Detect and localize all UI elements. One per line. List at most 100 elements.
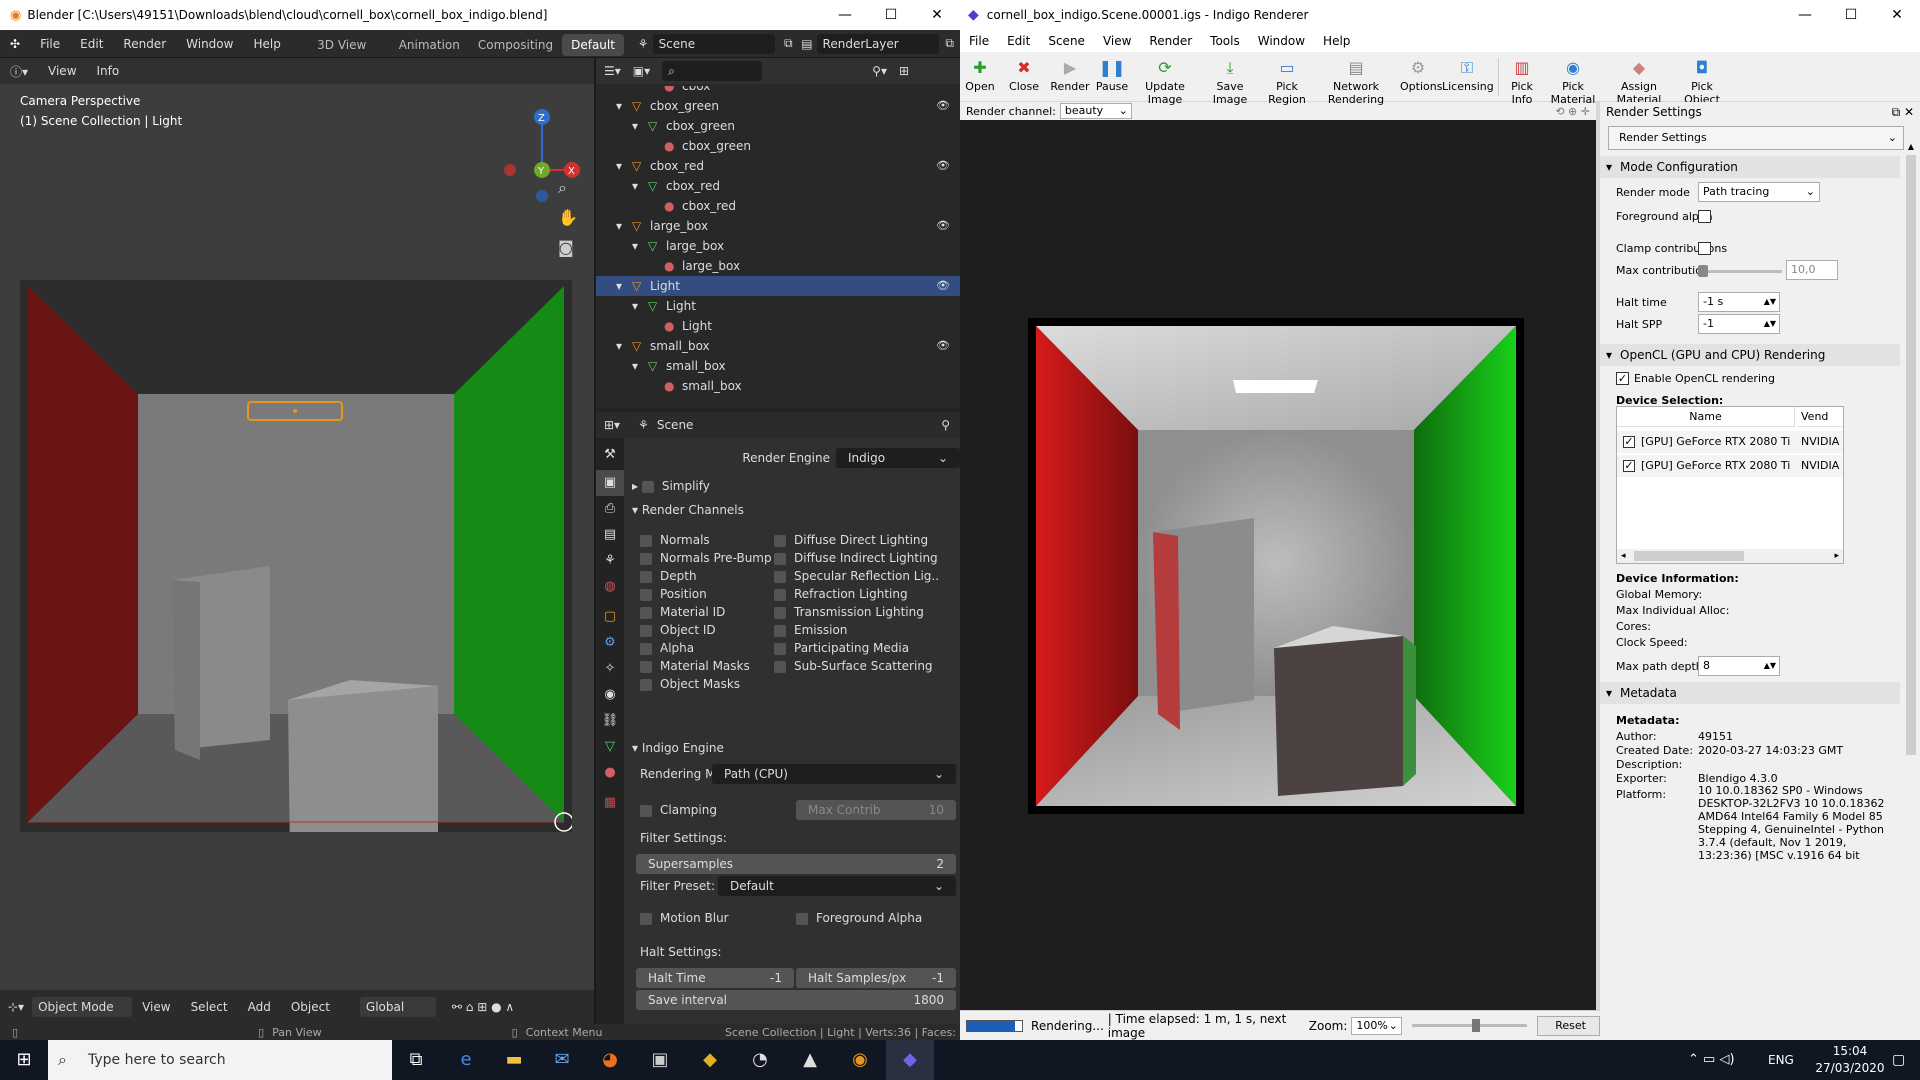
- menu-window[interactable]: Window: [176, 30, 243, 58]
- expand-arrow-icon[interactable]: ▾: [616, 276, 622, 296]
- render-channel-checkbox[interactable]: Alpha: [640, 638, 694, 658]
- toolbar-close-button[interactable]: ✖ Close: [1002, 56, 1046, 100]
- render-mode-dropdown[interactable]: Path tracing ⌄: [1698, 182, 1820, 202]
- menu-tools[interactable]: Tools: [1201, 30, 1249, 52]
- toolbar-pick-object-button[interactable]: ◘ Pick Object: [1674, 56, 1730, 106]
- editor-type-icon[interactable]: ⊞▾: [596, 418, 628, 432]
- menu-render[interactable]: Render: [113, 30, 176, 58]
- simplify-panel[interactable]: ▸ Simplify: [632, 476, 710, 496]
- render-settings-dropdown[interactable]: Render Settings ⌄: [1608, 126, 1904, 150]
- halt-time-spinbox[interactable]: -1 s ▲▼: [1698, 292, 1780, 312]
- pin-icon[interactable]: ⚲: [941, 418, 950, 432]
- device-table-scrollbar[interactable]: ◂ ▸: [1617, 549, 1843, 563]
- max-contribution-slider[interactable]: [1698, 270, 1782, 273]
- view-layer-icon[interactable]: ▤: [801, 37, 812, 51]
- new-collection-icon[interactable]: ⊞: [899, 64, 909, 78]
- filter-icon[interactable]: ⚲▾: [872, 64, 887, 78]
- save-interval-field[interactable]: Save interval 1800: [636, 990, 956, 1010]
- edge-icon[interactable]: e: [442, 1040, 490, 1080]
- outliner-search-input[interactable]: ⌕: [662, 61, 763, 81]
- toolbar-licensing-button[interactable]: ⚿ Licensing: [1442, 56, 1494, 100]
- visibility-eye-icon[interactable]: 👁: [936, 96, 950, 116]
- viewport-menu-view[interactable]: View: [38, 58, 86, 84]
- footer-menu-object[interactable]: Object: [281, 993, 340, 1021]
- tray-icons[interactable]: ⌃ ▭ ◁): [1688, 1040, 1735, 1080]
- render-channel-checkbox[interactable]: Transmission Lighting: [774, 602, 924, 622]
- col-name[interactable]: Name: [1617, 407, 1795, 427]
- visibility-eye-icon[interactable]: 👁: [936, 276, 950, 296]
- outliner-row[interactable]: ● cbox: [596, 86, 960, 96]
- expand-arrow-icon[interactable]: ▾: [616, 336, 622, 356]
- render-channel-checkbox[interactable]: Specular Reflection Lig..: [774, 566, 939, 586]
- menu-window[interactable]: Window: [1249, 30, 1314, 52]
- visibility-eye-icon[interactable]: 👁: [936, 156, 950, 176]
- render-channel-checkbox[interactable]: Refraction Lighting: [774, 584, 908, 604]
- minimize-icon[interactable]: —: [822, 0, 868, 30]
- clamp-contributions-checkbox[interactable]: [1698, 242, 1711, 255]
- device-row[interactable]: ✓ [GPU] GeForce RTX 2080 Ti NVIDIA: [1617, 455, 1843, 477]
- halt-spp-field[interactable]: Halt Samples/px -1: [796, 968, 956, 988]
- expand-arrow-icon[interactable]: ▾: [632, 116, 638, 136]
- toolbar-pick-info-button[interactable]: ▥ Pick Info: [1504, 56, 1540, 106]
- file-explorer-icon[interactable]: ▬: [490, 1040, 538, 1080]
- close-icon[interactable]: ✕: [1874, 0, 1920, 30]
- clamping-checkbox[interactable]: Clamping: [640, 800, 717, 820]
- taskbar-search-input[interactable]: Type here to search: [48, 1040, 392, 1080]
- gizmo-neg-z[interactable]: [536, 190, 548, 202]
- halt-spp-spinbox[interactable]: -1 ▲▼: [1698, 314, 1780, 334]
- object-mode-dropdown[interactable]: Object Mode: [32, 997, 133, 1017]
- new-view-layer-icon[interactable]: ⧉: [939, 36, 960, 51]
- indigo-taskbar-icon[interactable]: ◆: [886, 1040, 934, 1080]
- render-tab-icon[interactable]: ▣: [596, 470, 624, 496]
- workspace-tab-compositing[interactable]: Compositing: [469, 34, 562, 56]
- toolbar-pause-button[interactable]: ❚❚ Pause: [1094, 56, 1130, 100]
- mode-configuration-section[interactable]: ▾ Mode Configuration: [1600, 156, 1900, 178]
- render-engine-dropdown[interactable]: Indigo ⌄: [836, 448, 960, 468]
- outliner-row[interactable]: ▾ ▽ cbox_red: [596, 176, 960, 196]
- workspace-tab-3d-view-full[interactable]: 3D View Full: [308, 34, 390, 74]
- rendered-image[interactable]: [1028, 318, 1524, 814]
- expand-arrow-icon[interactable]: ▾: [616, 96, 622, 116]
- editor-type-icon[interactable]: ⓘ▾: [0, 63, 38, 80]
- output-tab-icon[interactable]: ⎙: [596, 496, 624, 522]
- menu-help[interactable]: Help: [1314, 30, 1359, 52]
- foreground-alpha-checkbox[interactable]: [1698, 210, 1711, 223]
- halt-time-field[interactable]: Halt Time -1: [636, 968, 794, 988]
- render-channel-checkbox[interactable]: Diffuse Indirect Lighting: [774, 548, 938, 568]
- constraints-tab-icon[interactable]: ⛓: [596, 708, 624, 734]
- filter-preset-dropdown[interactable]: Default ⌄: [718, 876, 956, 896]
- outliner-row[interactable]: ▾ ▽ Light 👁: [596, 276, 960, 296]
- task-view-icon[interactable]: ⧉: [392, 1040, 440, 1080]
- render-view[interactable]: [960, 120, 1596, 1010]
- snap-icon[interactable]: ⚯ ⌂ ⊞ ● ∧: [452, 1000, 514, 1014]
- expand-arrow-icon[interactable]: ▾: [632, 356, 638, 376]
- outliner-row[interactable]: ● cbox_red: [596, 196, 960, 216]
- zoom-slider[interactable]: [1411, 1019, 1528, 1032]
- settings-scrollbar[interactable]: ▲: [1904, 142, 1918, 1037]
- render-channel-checkbox[interactable]: Object ID: [640, 620, 716, 640]
- render-channel-checkbox[interactable]: Normals: [640, 530, 710, 550]
- render-channels-panel[interactable]: ▾ Render Channels: [632, 500, 744, 520]
- col-vendor[interactable]: Vend: [1797, 407, 1843, 427]
- scene-tab-icon[interactable]: ⚘: [596, 548, 624, 574]
- outliner-row[interactable]: ▾ ▽ Light: [596, 296, 960, 316]
- render-channel-dropdown[interactable]: beauty ⌄: [1059, 103, 1132, 119]
- material-tab-icon[interactable]: ●: [596, 760, 624, 786]
- max-contrib-field[interactable]: Max Contrib 10: [796, 800, 956, 820]
- toolbar-options-button[interactable]: ⚙ Options: [1400, 56, 1442, 100]
- reset-button[interactable]: Reset: [1537, 1015, 1600, 1036]
- clock-time[interactable]: 15:04: [1818, 1044, 1882, 1058]
- visibility-eye-icon[interactable]: 👁: [936, 336, 950, 356]
- editor-type-icon[interactable]: ⊹▾: [0, 1000, 32, 1014]
- photos-icon[interactable]: ▲: [786, 1040, 834, 1080]
- windows-start-icon[interactable]: ⊞: [0, 1040, 48, 1080]
- expand-arrow-icon[interactable]: ▾: [632, 296, 638, 316]
- view-layer-tab-icon[interactable]: ▤: [596, 522, 624, 548]
- footer-menu-view[interactable]: View: [132, 993, 180, 1021]
- outliner-row[interactable]: ▾ ▽ large_box 👁: [596, 216, 960, 236]
- data-tab-icon[interactable]: ▽: [596, 734, 624, 760]
- outliner-row[interactable]: ● large_box: [596, 256, 960, 276]
- device-checkbox[interactable]: ✓: [1623, 460, 1635, 472]
- language-indicator[interactable]: ENG: [1768, 1040, 1794, 1080]
- tool-tab-icon[interactable]: ⚒: [596, 442, 624, 468]
